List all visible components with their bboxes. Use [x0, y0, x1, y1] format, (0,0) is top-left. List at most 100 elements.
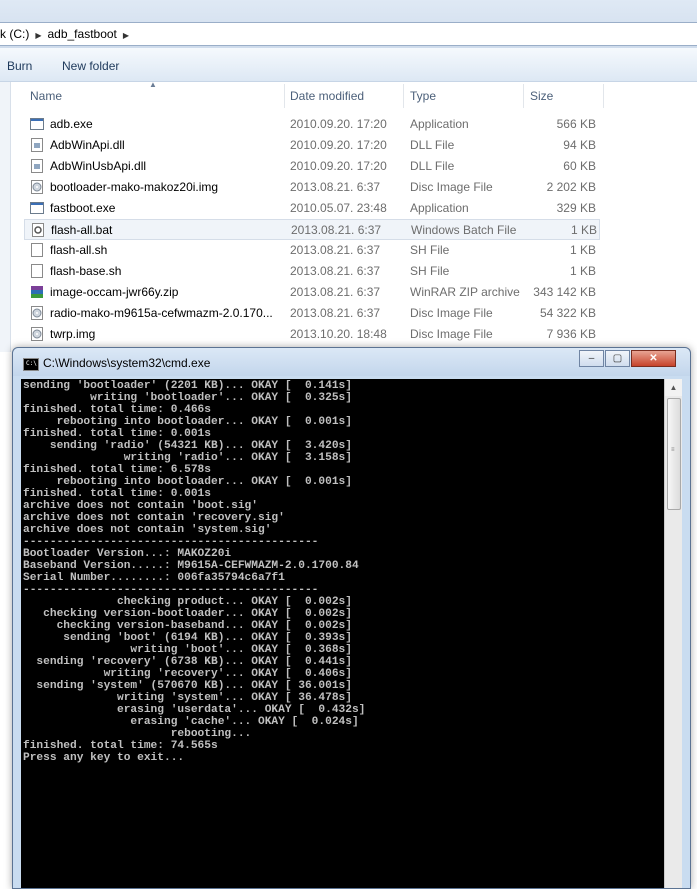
console-line: writing 'boot'... OKAY [ 0.368s]: [23, 644, 352, 656]
file-type: SH File: [410, 243, 450, 257]
cmd-title: C:\Windows\system32\cmd.exe: [43, 356, 211, 370]
file-type: DLL File: [410, 159, 455, 173]
console-line: archive does not contain 'boot.sig': [23, 500, 258, 512]
maximize-button[interactable]: ▢: [605, 350, 630, 367]
column-header-name[interactable]: Name: [30, 84, 62, 108]
console-line: sending 'recovery' (6738 KB)... OKAY [ 0…: [23, 656, 352, 668]
vertical-scrollbar[interactable]: ▲ ≡: [664, 379, 682, 888]
file-row[interactable]: AdbWinUsbApi.dll 2010.09.20. 17:20 DLL Fil…: [24, 156, 600, 177]
file-row[interactable]: bootloader-mako-makoz20i.img 2013.08.21. …: [24, 177, 600, 198]
console-line: finished. total time: 74.565s: [23, 740, 218, 752]
cmd-icon[interactable]: C:\: [23, 358, 39, 371]
grip-icon: ≡: [671, 447, 675, 453]
file-date: 2013.08.21. 6:37: [290, 243, 381, 257]
file-date: 2013.08.21. 6:37: [291, 223, 382, 237]
file-type: Disc Image File: [410, 180, 493, 194]
console-line: writing 'bootloader'... OKAY [ 0.325s]: [23, 392, 352, 404]
file-type: Application: [410, 117, 469, 131]
exe-icon: [30, 117, 44, 131]
console-line: rebooting...: [23, 728, 252, 740]
scrollbar-thumb[interactable]: ≡: [667, 398, 681, 510]
chevron-right-icon[interactable]: ▶: [35, 25, 41, 47]
close-button[interactable]: ✕: [631, 350, 676, 367]
breadcrumb-drive[interactable]: k (C:): [0, 23, 29, 45]
console-line: finished. total time: 0.001s: [23, 428, 211, 440]
file-size: 94 KB: [563, 138, 596, 152]
file-size: 566 KB: [556, 117, 596, 131]
file-date: 2013.10.20. 18:48: [290, 327, 387, 341]
navigation-pane[interactable]: [0, 82, 11, 352]
console-line: sending 'system' (570670 KB)... OKAY [ 3…: [23, 680, 352, 692]
console-line: Press any key to exit...: [23, 752, 185, 764]
file-row[interactable]: AdbWinApi.dll 2010.09.20. 17:20 DLL File 94…: [24, 135, 600, 156]
console-line: checking version-bootloader... OKAY [ 0.…: [23, 608, 352, 620]
file-size: 1 KB: [570, 223, 597, 237]
console-line: finished. total time: 6.578s: [23, 464, 211, 476]
file-date: 2010.09.20. 17:20: [290, 117, 387, 131]
scroll-up-arrow-icon[interactable]: ▲: [665, 379, 682, 396]
column-divider[interactable]: [523, 84, 524, 108]
text-file-icon: [30, 243, 44, 257]
console-line: sending 'bootloader' (2201 KB)... OKAY […: [23, 380, 352, 392]
file-row[interactable]: radio-mako-m9615a-cefwmazm-2.0.170... 201…: [24, 303, 600, 324]
column-header-size[interactable]: Size: [530, 84, 553, 108]
file-size: 343 142 KB: [533, 285, 596, 299]
file-type: Application: [410, 201, 469, 215]
disc-image-icon: [30, 306, 44, 320]
console-text: sending 'bootloader' (2201 KB)... OKAY […: [21, 379, 664, 765]
column-header-date[interactable]: Date modified: [290, 84, 364, 108]
file-size: 2 202 KB: [546, 180, 596, 194]
minimize-button[interactable]: ‒: [579, 350, 604, 367]
file-size: 60 KB: [563, 159, 596, 173]
console-line: erasing 'cache'... OKAY [ 0.024s]: [23, 716, 359, 728]
column-header-type[interactable]: Type: [410, 84, 436, 108]
winrar-zip-icon: [30, 285, 44, 299]
text-file-icon: [30, 264, 44, 278]
dll-icon: [30, 138, 44, 152]
file-date: 2013.08.21. 6:37: [290, 180, 381, 194]
file-name: adb.exe: [50, 117, 93, 131]
file-row[interactable]: flash-all.bat 2013.08.21. 6:37 Windows Bat…: [24, 219, 600, 240]
file-date: 2013.08.21. 6:37: [290, 306, 381, 320]
new-folder-button[interactable]: New folder: [62, 59, 119, 73]
file-row[interactable]: adb.exe 2010.09.20. 17:20 Application 566 K…: [24, 114, 600, 135]
file-type: DLL File: [410, 138, 455, 152]
sort-ascending-icon: ▲: [149, 80, 157, 89]
file-size: 1 KB: [569, 264, 596, 278]
file-date: 2010.09.20. 17:20: [290, 138, 387, 152]
console-line: ----------------------------------------…: [23, 584, 319, 596]
cmd-title-bar[interactable]: C:\ C:\Windows\system32\cmd.exe ‒ ▢ ✕: [13, 348, 690, 376]
address-box[interactable]: k (C:) ▶ adb_fastboot ▶: [0, 22, 697, 46]
file-name: twrp.img: [50, 327, 96, 341]
column-divider[interactable]: [284, 84, 285, 108]
console-line: sending 'boot' (6194 KB)... OKAY [ 0.393…: [23, 632, 352, 644]
file-type: Disc Image File: [410, 306, 493, 320]
console-line: archive does not contain 'recovery.sig': [23, 512, 285, 524]
console-line: finished. total time: 0.001s: [23, 488, 211, 500]
exe-icon: [30, 201, 44, 215]
explorer-toolbar: Burn New folder: [0, 48, 697, 82]
file-row[interactable]: image-occam-jwr66y.zip 2013.08.21. 6:37 Wi…: [24, 282, 600, 303]
file-name: bootloader-mako-makoz20i.img: [50, 180, 219, 194]
file-name: flash-all.sh: [50, 243, 108, 257]
burn-button[interactable]: Burn: [7, 59, 32, 73]
file-row[interactable]: twrp.img 2013.10.20. 18:48 Disc Image File…: [24, 324, 600, 345]
console-line: writing 'recovery'... OKAY [ 0.406s]: [23, 668, 352, 680]
file-row[interactable]: flash-base.sh 2013.08.21. 6:37 SH File 1 KB: [24, 261, 600, 282]
console-output[interactable]: sending 'bootloader' (2201 KB)... OKAY […: [21, 379, 664, 888]
file-size: 329 KB: [556, 201, 596, 215]
file-name: fastboot.exe: [50, 201, 116, 215]
file-name: AdbWinApi.dll: [50, 138, 125, 152]
cmd-window[interactable]: C:\ C:\Windows\system32\cmd.exe ‒ ▢ ✕ se…: [12, 347, 691, 889]
console-line: archive does not contain 'system.sig': [23, 524, 272, 536]
breadcrumb-folder[interactable]: adb_fastboot: [47, 23, 116, 45]
console-line: Serial Number........: 006fa35794c6a7f1: [23, 572, 285, 584]
console-line: Bootloader Version...: MAKOZ20i: [23, 548, 232, 560]
file-row[interactable]: fastboot.exe 2010.05.07. 23:48 Application…: [24, 198, 600, 219]
chevron-right-icon[interactable]: ▶: [123, 25, 129, 47]
file-size: 54 322 KB: [539, 306, 596, 320]
console-line: finished. total time: 0.466s: [23, 404, 211, 416]
column-divider[interactable]: [603, 84, 604, 108]
column-divider[interactable]: [403, 84, 404, 108]
file-row[interactable]: flash-all.sh 2013.08.21. 6:37 SH File 1 KB: [24, 240, 600, 261]
